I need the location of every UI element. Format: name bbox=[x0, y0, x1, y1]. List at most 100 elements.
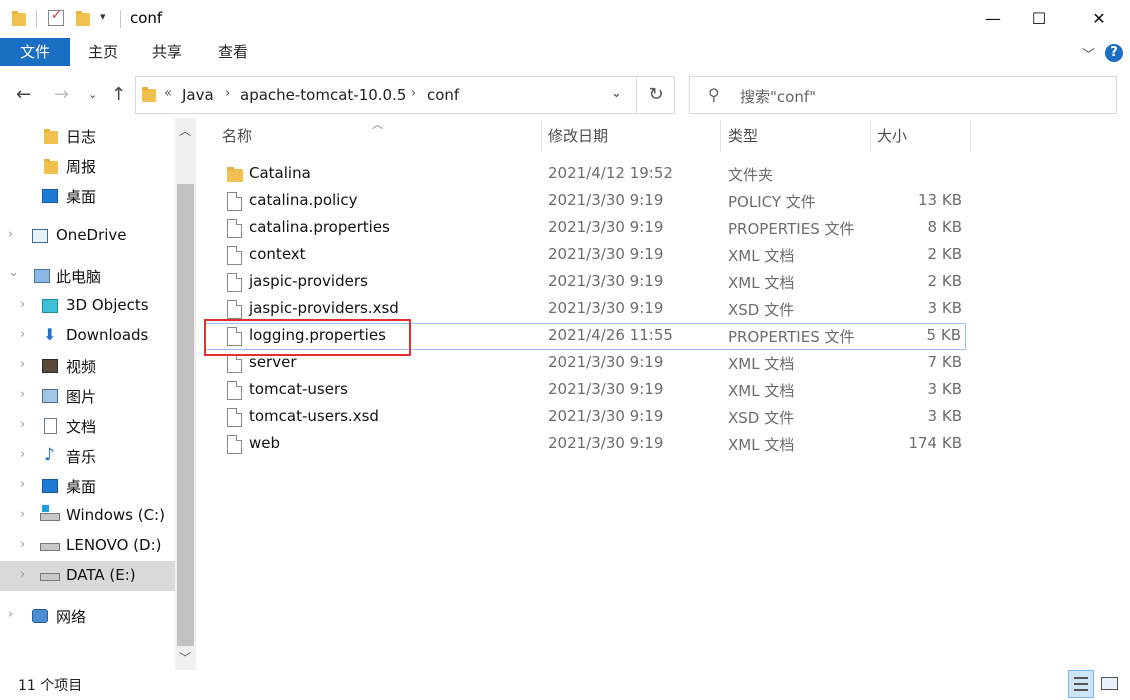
tab-view[interactable]: 查看 bbox=[218, 38, 248, 66]
breadcrumb-java[interactable]: Java bbox=[182, 86, 214, 104]
collapse-chevron-icon[interactable]: ⌄ bbox=[8, 265, 19, 280]
file-date: 2021/3/30 9:19 bbox=[548, 272, 664, 290]
file-size: 13 KB bbox=[918, 191, 962, 209]
expand-chevron-icon[interactable]: › bbox=[20, 447, 25, 462]
expand-chevron-icon[interactable]: › bbox=[20, 387, 25, 402]
forward-arrow-icon[interactable]: → bbox=[54, 84, 69, 105]
address-bar[interactable]: « Java › apache-tomcat-10.0.5 › conf ⌄ ↻ bbox=[135, 76, 675, 114]
tab-home[interactable]: 主页 bbox=[88, 38, 118, 66]
nav-item-zhoubao[interactable]: 周报 bbox=[0, 151, 175, 181]
nav-item-drive-c[interactable]: › Windows (C:) bbox=[0, 501, 175, 531]
nav-item-desktop[interactable]: › 桌面 bbox=[0, 471, 175, 501]
breadcrumb-separator-icon[interactable]: › bbox=[411, 86, 416, 101]
file-date: 2021/3/30 9:19 bbox=[548, 299, 664, 317]
file-size: 7 KB bbox=[927, 353, 962, 371]
address-dropdown-chevron-icon[interactable]: ⌄ bbox=[611, 86, 622, 101]
expand-chevron-icon[interactable]: › bbox=[20, 357, 25, 372]
file-row[interactable]: catalina.properties 2021/3/30 9:19 PROPE… bbox=[205, 215, 966, 242]
nav-item-label: 图片 bbox=[66, 388, 97, 406]
column-header-size[interactable]: 大小 bbox=[877, 118, 907, 154]
column-header-date[interactable]: 修改日期 bbox=[548, 118, 608, 154]
file-size: 3 KB bbox=[927, 299, 962, 317]
column-divider[interactable] bbox=[870, 120, 871, 152]
column-header-name[interactable]: 名称 bbox=[222, 118, 252, 154]
breadcrumb-conf[interactable]: conf bbox=[427, 86, 459, 104]
network-icon bbox=[32, 609, 48, 623]
new-folder-icon[interactable] bbox=[76, 11, 90, 26]
column-divider[interactable] bbox=[541, 120, 542, 152]
expand-chevron-icon[interactable]: › bbox=[20, 327, 25, 342]
expand-ribbon-chevron-icon[interactable]: ﹀ bbox=[1082, 44, 1095, 63]
nav-item-network[interactable]: › 网络 bbox=[0, 601, 175, 631]
nav-item-rizhi[interactable]: 日志 bbox=[0, 121, 175, 151]
expand-chevron-icon[interactable]: › bbox=[20, 567, 25, 582]
scrollbar-thumb[interactable] bbox=[177, 184, 194, 646]
column-divider[interactable] bbox=[970, 120, 971, 152]
navpane-scrollbar[interactable]: ︿ ﹀ bbox=[175, 118, 196, 670]
properties-check-icon[interactable]: ✓ bbox=[48, 8, 64, 26]
scroll-up-arrow-icon[interactable]: ︿ bbox=[179, 122, 191, 139]
music-icon: ♪ bbox=[44, 445, 55, 465]
help-icon[interactable]: ? bbox=[1105, 44, 1123, 62]
file-row[interactable]: web 2021/3/30 9:19 XML 文档 174 KB bbox=[205, 431, 966, 458]
nav-item-music[interactable]: › ♪ 音乐 bbox=[0, 441, 175, 471]
details-view-button[interactable] bbox=[1068, 670, 1094, 698]
breadcrumb-separator-icon[interactable]: › bbox=[225, 86, 230, 101]
ribbon-tabs: 文件 主页 共享 查看 ﹀ ? bbox=[0, 38, 1130, 68]
customize-toolbar-dropdown-icon[interactable]: ▾ bbox=[100, 10, 106, 23]
expand-chevron-icon[interactable]: › bbox=[8, 227, 13, 242]
nav-item-label: 此电脑 bbox=[56, 268, 102, 286]
column-header-type[interactable]: 类型 bbox=[728, 118, 758, 154]
file-name: Catalina bbox=[249, 164, 311, 182]
file-row[interactable]: tomcat-users 2021/3/30 9:19 XML 文档 3 KB bbox=[205, 377, 966, 404]
large-icons-view-button[interactable] bbox=[1097, 670, 1123, 698]
navigation-pane: 日志 周报 桌面 › OneDrive ⌄ 此电脑 › 3D Objects ›… bbox=[0, 118, 196, 670]
scroll-down-arrow-icon[interactable]: ﹀ bbox=[179, 649, 191, 666]
tab-share[interactable]: 共享 bbox=[152, 38, 182, 66]
expand-chevron-icon[interactable]: › bbox=[20, 297, 25, 312]
expand-chevron-icon[interactable]: › bbox=[8, 607, 13, 622]
refresh-icon[interactable]: ↻ bbox=[636, 77, 675, 113]
search-input[interactable]: 搜索"conf" bbox=[740, 86, 816, 107]
nav-item-onedrive[interactable]: › OneDrive bbox=[0, 221, 175, 251]
3d-objects-icon bbox=[42, 299, 58, 313]
maximize-button[interactable]: ☐ bbox=[1016, 0, 1062, 38]
file-name: catalina.properties bbox=[249, 218, 390, 236]
nav-item-3d-objects[interactable]: › 3D Objects bbox=[0, 291, 175, 321]
file-row[interactable]: tomcat-users.xsd 2021/3/30 9:19 XSD 文件 3… bbox=[205, 404, 966, 431]
minimize-button[interactable]: — bbox=[970, 0, 1016, 38]
nav-item-downloads[interactable]: › ⬇ Downloads bbox=[0, 321, 175, 351]
close-button[interactable]: ✕ bbox=[1076, 0, 1122, 38]
breadcrumb-apache-tomcat[interactable]: apache-tomcat-10.0.5 bbox=[240, 86, 406, 104]
column-divider[interactable] bbox=[720, 120, 721, 152]
nav-item-pictures[interactable]: › 图片 bbox=[0, 381, 175, 411]
tab-file[interactable]: 文件 bbox=[0, 38, 70, 66]
up-arrow-icon[interactable]: ↑ bbox=[111, 84, 126, 105]
back-arrow-icon[interactable]: ← bbox=[16, 84, 31, 105]
expand-chevron-icon[interactable]: › bbox=[20, 477, 25, 492]
nav-item-videos[interactable]: › 视频 bbox=[0, 351, 175, 381]
nav-item-drive-d[interactable]: › LENOVO (D:) bbox=[0, 531, 175, 561]
file-row[interactable]: Catalina 2021/4/12 19:52 文件夹 bbox=[205, 161, 966, 188]
nav-item-drive-e[interactable]: › DATA (E:) bbox=[0, 561, 175, 591]
search-box[interactable]: ⚲ 搜索"conf" bbox=[689, 76, 1117, 114]
nav-item-this-pc[interactable]: ⌄ 此电脑 bbox=[0, 261, 175, 291]
expand-chevron-icon[interactable]: › bbox=[20, 537, 25, 552]
expand-chevron-icon[interactable]: › bbox=[20, 417, 25, 432]
file-row[interactable]: jaspic-providers 2021/3/30 9:19 XML 文档 2… bbox=[205, 269, 966, 296]
recent-locations-chevron-icon[interactable]: ⌄ bbox=[88, 88, 97, 101]
nav-item-label: 桌面 bbox=[66, 478, 97, 496]
nav-item-desktop-quick[interactable]: 桌面 bbox=[0, 181, 175, 211]
divider bbox=[120, 10, 121, 28]
divider bbox=[36, 10, 37, 28]
file-date: 2021/3/30 9:19 bbox=[548, 218, 664, 236]
overflow-chevron-icon[interactable]: « bbox=[164, 86, 172, 101]
sort-ascending-icon: ︿ bbox=[372, 118, 383, 131]
nav-item-documents[interactable]: › 文档 bbox=[0, 411, 175, 441]
file-type: 文件夹 bbox=[728, 166, 774, 184]
file-row[interactable]: catalina.policy 2021/3/30 9:19 POLICY 文件… bbox=[205, 188, 966, 215]
desktop-icon bbox=[42, 479, 58, 493]
nav-item-label: Windows (C:) bbox=[66, 506, 165, 524]
expand-chevron-icon[interactable]: › bbox=[20, 507, 25, 522]
file-row[interactable]: context 2021/3/30 9:19 XML 文档 2 KB bbox=[205, 242, 966, 269]
